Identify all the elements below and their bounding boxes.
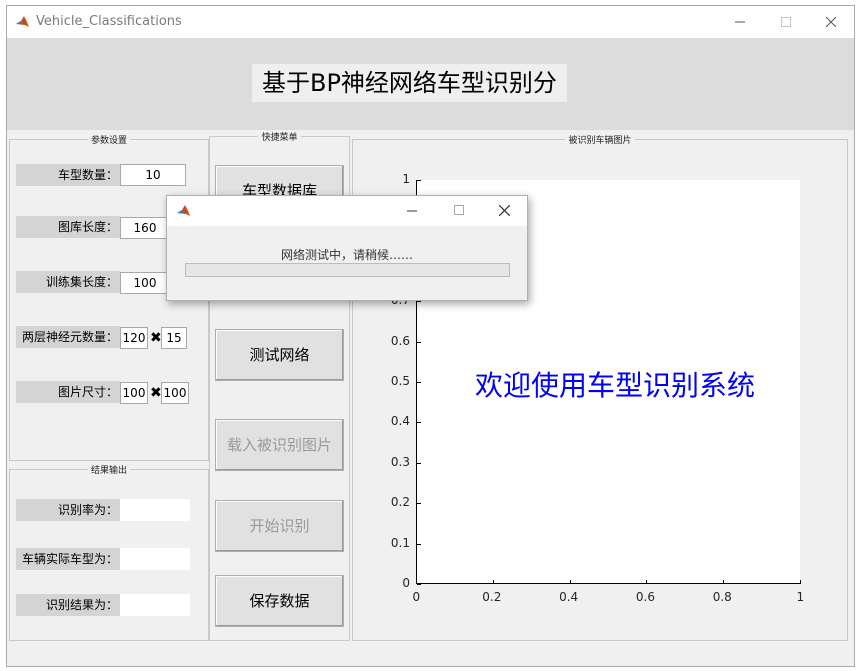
x-tick-mark [800, 580, 801, 584]
test-network-button[interactable]: 测试网络 [215, 329, 344, 381]
maximize-icon [781, 17, 791, 27]
welcome-text: 欢迎使用车型识别系统 [475, 369, 756, 402]
output-panel: 结果输出 识别率为： 车辆实际车型为： 识别结果为： [9, 466, 209, 641]
vehicle-count-label: 车型数量： [16, 164, 120, 186]
matlab-icon [177, 205, 190, 216]
close-icon [826, 17, 836, 27]
actual-type-output [120, 548, 190, 570]
progress-dialog: 网络测试中，请稍候…… [166, 195, 528, 301]
gallery-length-label: 图库长度： [16, 216, 120, 238]
image-size-label: 图片尺寸： [16, 381, 120, 403]
y-tick-mark [417, 462, 421, 464]
y-tick-mark [417, 180, 421, 181]
y-tick-mark [417, 503, 421, 505]
y-tick-mark [417, 301, 421, 303]
x-tick-label: 1 [796, 590, 805, 604]
actual-type-label: 车辆实际车型为： [16, 548, 120, 570]
result-label: 识别结果为： [16, 594, 120, 616]
figure-client-area: 基于BP神经网络车型识别分 参数设置 车型数量： 10 图库长度： 160 训练… [7, 38, 854, 666]
maximize-button[interactable] [763, 6, 809, 38]
vehicle-count-input[interactable]: 10 [120, 164, 186, 186]
y-tick-label: 0 [402, 576, 410, 590]
times-icon: ✖ [150, 330, 162, 346]
y-tick-label: 1 [402, 172, 410, 186]
menu-panel-title: 快捷菜单 [258, 133, 301, 143]
save-data-button[interactable]: 保存数据 [215, 575, 344, 627]
y-tick-mark [417, 382, 421, 383]
training-length-label: 训练集长度： [16, 271, 120, 293]
x-tick-label: 0.2 [482, 590, 502, 604]
x-tick-mark [416, 580, 417, 584]
progress-bar [185, 263, 510, 277]
x-tick-mark [723, 580, 725, 584]
y-tick-label: 0.4 [390, 414, 410, 429]
header-band: 基于BP神经网络车型识别分 [7, 38, 854, 130]
maximize-icon[interactable] [454, 205, 464, 215]
minimize-icon [735, 21, 745, 23]
image-panel-title: 被识别车辆图片 [565, 136, 635, 146]
y-tick-label: 0.2 [390, 495, 410, 510]
y-tick-label: 0.6 [390, 333, 410, 348]
start-recognition-button[interactable]: 开始识别 [215, 500, 344, 552]
minimize-button[interactable] [717, 6, 763, 38]
x-tick-mark [492, 580, 494, 584]
y-tick-label: 0.1 [390, 535, 410, 550]
times-icon: ✖ [150, 385, 162, 401]
params-panel-title: 参数设置 [87, 136, 130, 146]
neuron-count-input-1[interactable]: 120 [120, 327, 148, 349]
recognition-rate-output [120, 499, 190, 521]
minimize-icon[interactable] [407, 206, 417, 216]
dialog-title-bar [167, 196, 527, 226]
matlab-icon [16, 16, 29, 27]
x-tick-label: 0.4 [559, 590, 579, 604]
main-title: 基于BP神经网络车型识别分 [252, 64, 567, 102]
app-window: Vehicle_Classifications 基于BP神经网络车型识别分 参数… [6, 5, 855, 667]
x-tick-label: 0.8 [712, 590, 732, 604]
load-image-button[interactable]: 载入被识别图片 [215, 419, 344, 471]
output-panel-title: 结果输出 [87, 466, 130, 476]
image-size-input-1[interactable]: 100 [120, 382, 148, 404]
close-icon[interactable] [499, 205, 510, 216]
image-size-input-2[interactable]: 100 [161, 382, 189, 404]
y-tick-label: 0.5 [390, 374, 410, 388]
gallery-length-input[interactable]: 160 [120, 217, 170, 239]
x-tick-mark [646, 580, 648, 584]
dialog-message: 网络测试中，请稍候…… [280, 248, 413, 262]
neuron-count-input-2[interactable]: 15 [161, 327, 187, 349]
recognition-rate-label: 识别率为： [16, 499, 120, 521]
title-bar: Vehicle_Classifications [7, 6, 854, 38]
result-output [120, 594, 190, 616]
x-tick-mark [569, 580, 571, 584]
window-title: Vehicle_Classifications [36, 14, 182, 29]
x-tick-label: 0.6 [635, 590, 655, 604]
neuron-count-label: 两层神经元数量： [16, 326, 120, 348]
y-tick-mark [417, 584, 421, 585]
y-tick-label: 0.3 [390, 454, 410, 469]
y-tick-mark [417, 543, 421, 545]
training-length-input[interactable]: 100 [120, 272, 170, 294]
x-tick-label: 0 [412, 590, 421, 604]
y-tick-mark [417, 341, 421, 343]
y-tick-mark [417, 422, 421, 424]
close-button[interactable] [808, 6, 854, 38]
